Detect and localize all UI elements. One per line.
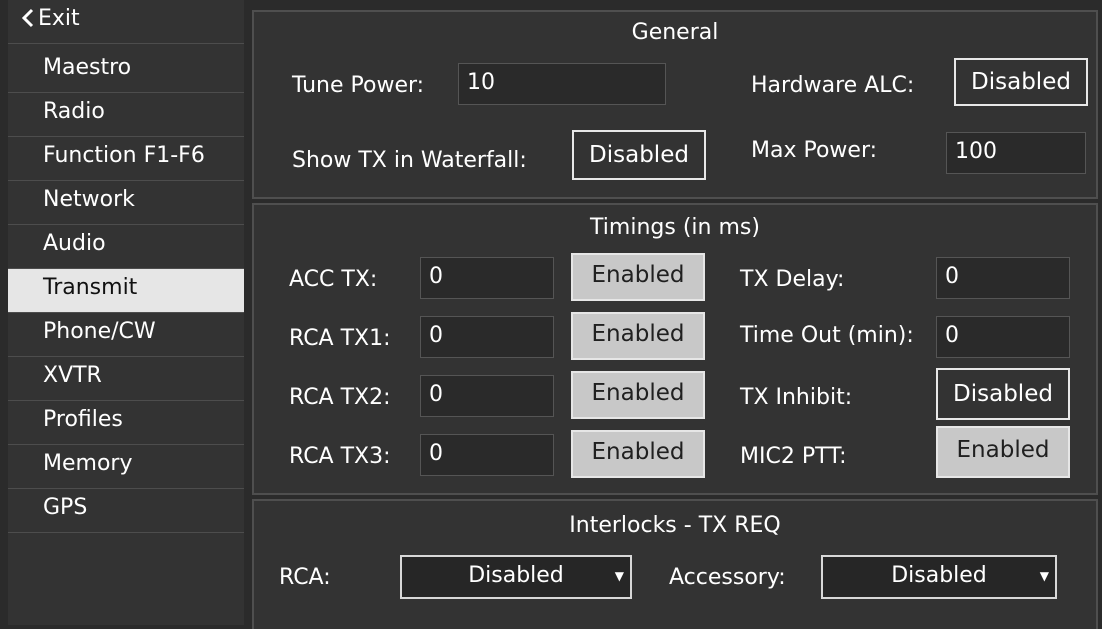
rca-tx3-input[interactable]: 0: [420, 434, 554, 476]
show-tx-waterfall-label: Show TX in Waterfall:: [292, 148, 527, 173]
tune-power-label: Tune Power:: [292, 73, 425, 98]
max-power-label: Max Power:: [751, 138, 878, 163]
interlocks-title: Interlocks - TX REQ: [569, 513, 781, 538]
sidebar-item-audio[interactable]: Audio: [8, 225, 244, 269]
acc-tx-label: ACC TX:: [289, 267, 378, 292]
sidebar-item-radio[interactable]: Radio: [8, 93, 244, 137]
sidebar-item-phone-cw[interactable]: Phone/CW: [8, 313, 244, 357]
sidebar-item-label: Function F1-F6: [43, 143, 205, 168]
acc-tx-toggle[interactable]: Enabled: [571, 253, 705, 301]
hardware-alc-toggle[interactable]: Disabled: [954, 58, 1088, 106]
caret-down-icon: ▼: [1039, 569, 1049, 583]
sidebar-item-label: Maestro: [43, 55, 132, 80]
rca-tx3-label: RCA TX3:: [289, 444, 391, 469]
rca-tx2-input[interactable]: 0: [420, 375, 554, 417]
sidebar-item-label: Memory: [43, 451, 133, 476]
sidebar-item-xvtr[interactable]: XVTR: [8, 357, 244, 401]
rca-tx2-label: RCA TX2:: [289, 385, 391, 410]
accessory-interlock-value: Disabled: [891, 563, 987, 588]
sidebar: Exit Maestro Radio Function F1-F6 Networ…: [8, 0, 244, 625]
timings-panel: Timings (in ms) ACC TX: 0 Enabled RCA TX…: [252, 203, 1098, 495]
rca-tx1-toggle[interactable]: Enabled: [571, 312, 705, 360]
sidebar-item-gps[interactable]: GPS: [8, 489, 244, 533]
tune-power-input[interactable]: 10: [458, 63, 666, 105]
sidebar-item-network[interactable]: Network: [8, 181, 244, 225]
sidebar-item-label: Audio: [43, 231, 106, 256]
caret-down-icon: ▼: [614, 569, 624, 583]
general-title: General: [631, 20, 719, 45]
sidebar-item-label: XVTR: [43, 363, 102, 388]
rca-interlock-select[interactable]: Disabled ▼: [400, 555, 632, 599]
general-panel: General Tune Power: 10 Hardware ALC: Dis…: [252, 10, 1098, 199]
max-power-input[interactable]: 100: [946, 132, 1086, 174]
interlocks-panel: Interlocks - TX REQ RCA: Disabled ▼ Acce…: [252, 499, 1098, 629]
sidebar-item-profiles[interactable]: Profiles: [8, 401, 244, 445]
sidebar-item-transmit[interactable]: Transmit: [8, 269, 244, 313]
sidebar-item-label: Transmit: [43, 275, 138, 300]
accessory-interlock-select[interactable]: Disabled ▼: [821, 555, 1057, 599]
rca-interlock-value: Disabled: [468, 563, 564, 588]
mic2-ptt-label: MIC2 PTT:: [740, 444, 847, 469]
time-out-label: Time Out (min):: [740, 323, 914, 348]
hardware-alc-label: Hardware ALC:: [751, 73, 915, 98]
rca-tx1-label: RCA TX1:: [289, 326, 391, 351]
tx-delay-label: TX Delay:: [740, 267, 845, 292]
exit-button[interactable]: Exit: [8, 0, 244, 44]
time-out-input[interactable]: 0: [936, 316, 1070, 358]
sidebar-item-function[interactable]: Function F1-F6: [8, 137, 244, 181]
rca-tx2-toggle[interactable]: Enabled: [571, 371, 705, 419]
sidebar-item-label: Profiles: [43, 407, 123, 432]
rca-interlock-label: RCA:: [279, 565, 331, 590]
accessory-interlock-label: Accessory:: [669, 565, 786, 590]
sidebar-item-label: Radio: [43, 99, 105, 124]
tx-inhibit-toggle[interactable]: Disabled: [936, 368, 1070, 420]
rca-tx1-input[interactable]: 0: [420, 316, 554, 358]
sidebar-item-label: GPS: [43, 495, 88, 520]
sidebar-item-label: Phone/CW: [43, 319, 156, 344]
sidebar-item-maestro[interactable]: Maestro: [8, 49, 244, 93]
tx-inhibit-label: TX Inhibit:: [740, 385, 853, 410]
acc-tx-input[interactable]: 0: [420, 257, 554, 299]
tx-delay-input[interactable]: 0: [936, 257, 1070, 299]
exit-label: Exit: [38, 6, 80, 31]
show-tx-waterfall-toggle[interactable]: Disabled: [572, 130, 706, 180]
sidebar-item-label: Network: [43, 187, 135, 212]
sidebar-item-memory[interactable]: Memory: [8, 445, 244, 489]
chevron-left-icon: [21, 8, 35, 36]
rca-tx3-toggle[interactable]: Enabled: [571, 430, 705, 478]
mic2-ptt-toggle[interactable]: Enabled: [936, 426, 1070, 478]
timings-title: Timings (in ms): [590, 215, 760, 240]
